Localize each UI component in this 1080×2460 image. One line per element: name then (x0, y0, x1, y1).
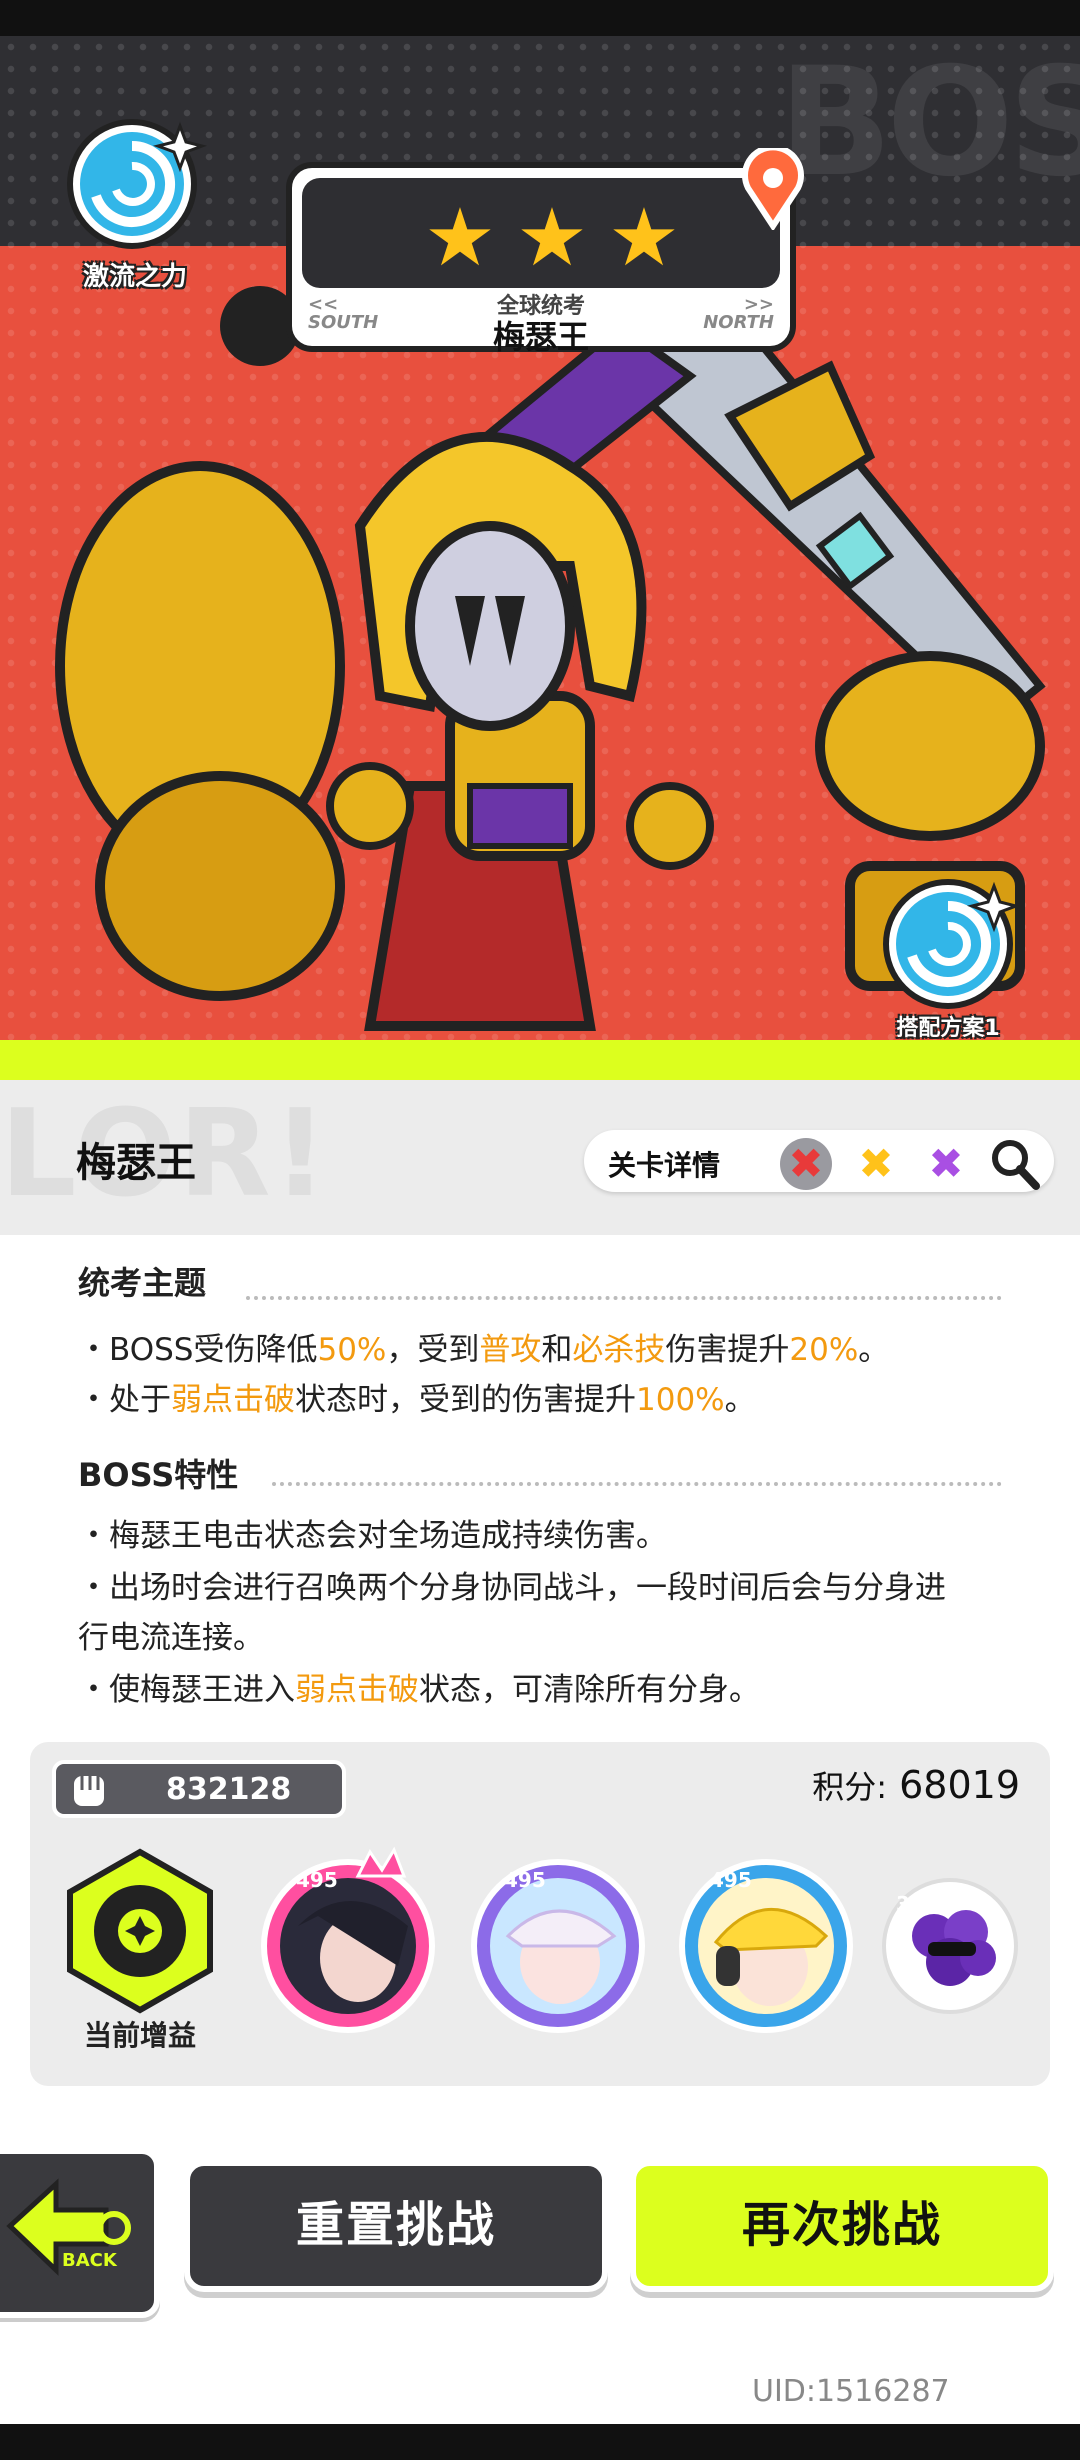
team-member-3[interactable]: 495 (676, 1846, 862, 2036)
stage-detail-label: 关卡详情 (608, 1149, 721, 1182)
dotted-leader (246, 1296, 1002, 1300)
score: 积分: 68019 (812, 1762, 1020, 1808)
theme-line-2: ・处于弱点击破状态时，受到的伤害提升100%。 (78, 1382, 756, 1418)
user-id: UID:1516287 (752, 2374, 950, 2409)
location-pin-icon[interactable] (740, 148, 806, 230)
blonde-hero-avatar-icon (679, 1859, 853, 2033)
loadout-badge[interactable]: 搭配方案1 (868, 872, 1028, 1042)
water-swirl-icon (883, 879, 1022, 1009)
theme-section-title: 统考主题 (78, 1264, 207, 1302)
traits-section-title: BOSS特性 (78, 1456, 239, 1494)
boss-name: 梅瑟王 (76, 1140, 196, 1186)
stage-detail-pill[interactable]: 关卡详情 ✖ ✖ ✖ (584, 1130, 1054, 1192)
buff-icon (67, 1848, 213, 2014)
member-level: 495 (296, 1868, 338, 1892)
retry-challenge-button[interactable]: 再次挑战 (630, 2160, 1054, 2292)
power-element-badge[interactable]: 激流之力 (60, 106, 210, 296)
dotted-leader (272, 1482, 1002, 1486)
member-level: 495 (710, 1868, 752, 1892)
member-level: 36 (896, 1892, 924, 1916)
back-arrow-icon: BACK (6, 2178, 131, 2276)
star-rating: ★ ★ ★ (422, 191, 682, 284)
fist-icon (74, 1776, 104, 1806)
theme-line-1: ・BOSS受伤降低50%，受到普攻和必杀技伤害提升20%。 (78, 1332, 890, 1368)
team-member-4[interactable]: 36 (878, 1846, 1028, 2036)
trait-line-2: ・出场时会进行召唤两个分身协同战斗，一段时间后会与分身进 (78, 1570, 946, 1606)
shadow-element-icon: ✖ (920, 1138, 972, 1190)
grape-pet-avatar-icon (882, 1878, 1018, 2014)
score-label: 积分: (812, 1768, 888, 1806)
team-member-2[interactable]: 495 (468, 1846, 654, 2036)
current-buff[interactable]: 当前增益 (50, 1846, 230, 2052)
ticket-number: 832128 (166, 1772, 292, 1807)
score-value: 68019 (899, 1763, 1020, 1807)
loadout-label: 搭配方案1 (896, 1016, 1000, 1041)
team-panel: 832128 积分: 68019 当前增益 495 495 495 36 (30, 1742, 1050, 2086)
boss-hero-banner: BOS 激流之力 ★ ★ ★ << SOUTH >> NORTH 全球统考 梅瑟… (0, 36, 1080, 1046)
buff-label: 当前增益 (83, 2019, 196, 2052)
trait-line-2-cont: 行电流连接。 (78, 1620, 264, 1656)
member-level: 495 (504, 1868, 546, 1892)
magnifier-icon[interactable] (986, 1136, 1042, 1192)
card-boss-name: 梅瑟王 (492, 318, 589, 356)
dark-hair-hero-avatar-icon (261, 1846, 435, 2033)
back-button[interactable]: BACK (0, 2148, 160, 2318)
status-bar (0, 0, 1080, 36)
star-icon: ★ (516, 191, 588, 284)
white-hair-hero-avatar-icon (471, 1859, 645, 2033)
star-icon: ★ (608, 191, 680, 284)
team-member-1[interactable]: 495 (258, 1846, 444, 2036)
nav-bar (0, 2424, 1080, 2460)
water-swirl-icon (67, 119, 208, 249)
title-card-top: ★ ★ ★ (302, 178, 780, 288)
star-icon: ★ (424, 191, 496, 284)
boss-watermark: BOS (778, 36, 1080, 210)
power-label: 激流之力 (82, 262, 187, 292)
fire-element-icon: ✖ (780, 1138, 832, 1190)
reset-challenge-button[interactable]: 重置挑战 (184, 2160, 608, 2292)
back-label: BACK (62, 2250, 118, 2271)
stage: BOS 激流之力 ★ ★ ★ << SOUTH >> NORTH 全球统考 梅瑟… (0, 0, 1080, 2460)
trait-line-3: ・使梅瑟王进入弱点击破状态，可清除所有分身。 (78, 1672, 760, 1708)
power-ticket: 832128 (52, 1760, 346, 1818)
boss-title-card: ★ ★ ★ << SOUTH >> NORTH 全球统考 梅瑟王 (286, 162, 796, 356)
trait-line-1: ・梅瑟王电击状态会对全场造成持续伤害。 (78, 1518, 667, 1554)
thunder-element-icon: ✖ (850, 1138, 902, 1190)
